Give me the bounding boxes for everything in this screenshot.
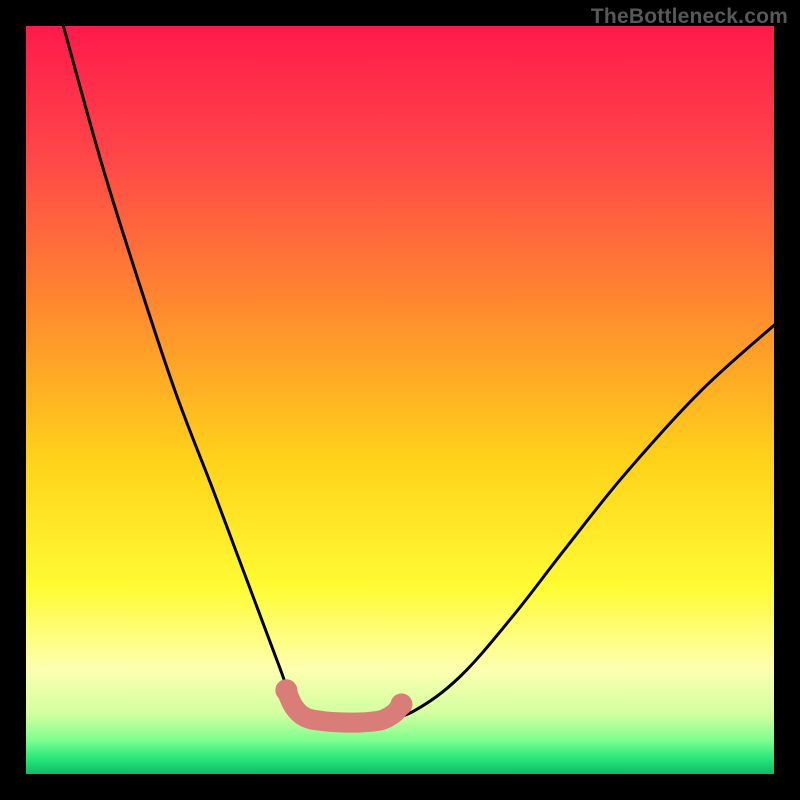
highlight-dot-start xyxy=(275,679,297,701)
watermark-text: TheBottleneck.com xyxy=(591,5,788,29)
gradient-background xyxy=(26,26,774,774)
highlight-dot-end xyxy=(390,693,412,715)
chart-frame: TheBottleneck.com xyxy=(0,0,800,800)
plot-area xyxy=(26,26,774,774)
chart-canvas xyxy=(26,26,774,774)
